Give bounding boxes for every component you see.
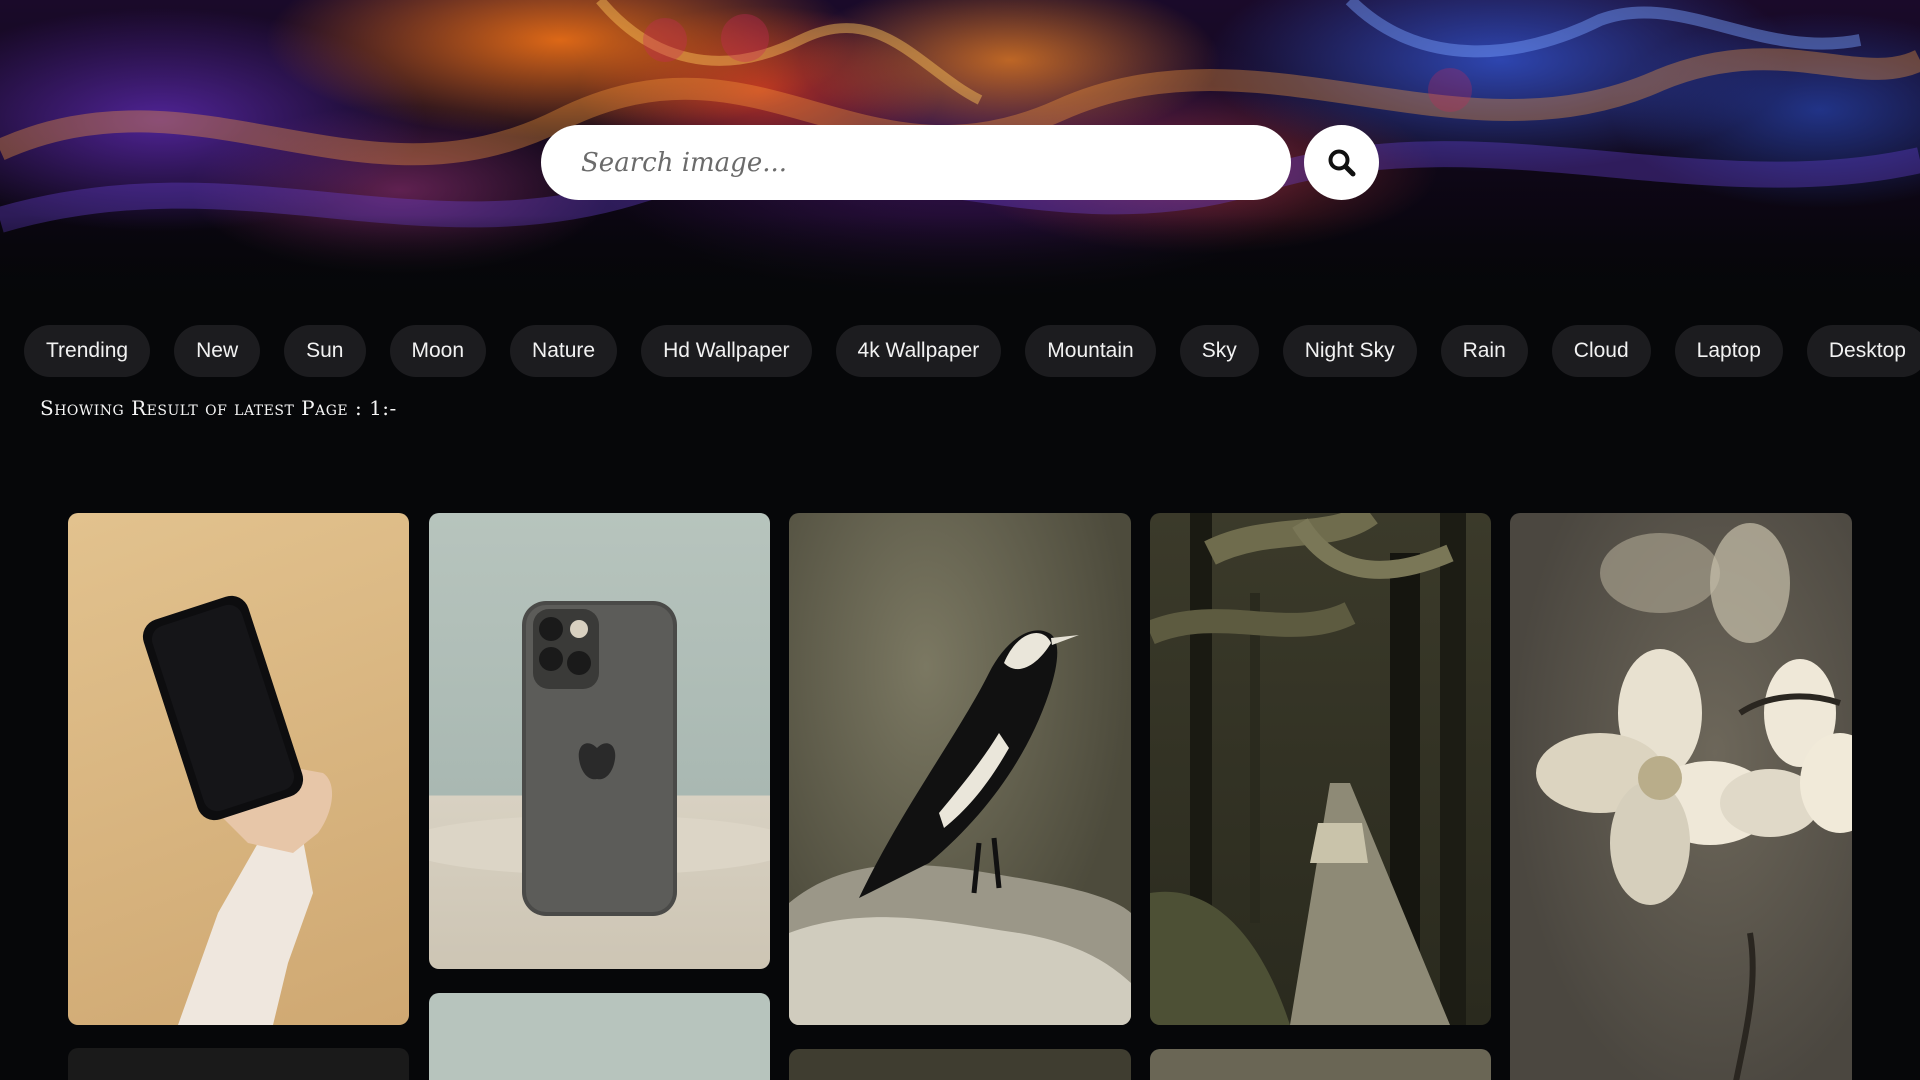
category-chip-4k-wallpaper[interactable]: 4k Wallpaper xyxy=(835,325,1002,377)
image-tile-partial[interactable] xyxy=(1150,1049,1491,1080)
magpie-illustration xyxy=(789,630,1131,1025)
category-chip-new[interactable]: New xyxy=(174,325,261,377)
category-chip-trending[interactable]: Trending xyxy=(24,325,151,377)
category-chip-cloud[interactable]: Cloud xyxy=(1551,325,1651,377)
category-chip-laptop[interactable]: Laptop xyxy=(1674,325,1783,377)
category-chip-mountain[interactable]: Mountain xyxy=(1025,325,1156,377)
image-tile-partial[interactable] xyxy=(429,993,770,1080)
image-tile-partial[interactable] xyxy=(789,1049,1131,1080)
image-forest-path[interactable] xyxy=(1150,513,1491,1025)
phone-in-hand-illustration xyxy=(142,595,333,1025)
search-icon xyxy=(1328,149,1355,176)
category-chip-sun[interactable]: Sun xyxy=(284,325,366,377)
category-chip-hd-wallpaper[interactable]: Hd Wallpaper xyxy=(641,325,812,377)
search-input[interactable] xyxy=(541,125,1291,200)
image-hand-holding-phone[interactable] xyxy=(68,513,409,1025)
category-chip-desktop[interactable]: Desktop xyxy=(1806,325,1920,377)
category-bar: Trending New Sun Moon Nature Hd Wallpape… xyxy=(24,325,1920,377)
flowers-illustration xyxy=(1536,523,1852,1080)
forest-path-illustration xyxy=(1150,513,1466,1025)
category-chip-nature[interactable]: Nature xyxy=(510,325,618,377)
search-button[interactable] xyxy=(1304,125,1379,200)
image-tile-partial[interactable] xyxy=(68,1048,409,1080)
category-chip-moon[interactable]: Moon xyxy=(389,325,487,377)
image-magpie-bird[interactable] xyxy=(789,513,1131,1025)
category-chip-night-sky[interactable]: Night Sky xyxy=(1282,325,1417,377)
image-white-flowers[interactable] xyxy=(1510,513,1852,1080)
iphone-illustration xyxy=(429,601,770,916)
image-iphone-back[interactable] xyxy=(429,513,770,969)
category-chip-rain[interactable]: Rain xyxy=(1440,325,1528,377)
hero-fade xyxy=(0,215,1920,305)
result-heading: Showing Result of latest Page : 1:- xyxy=(40,396,397,420)
category-chip-sky[interactable]: Sky xyxy=(1179,325,1259,377)
